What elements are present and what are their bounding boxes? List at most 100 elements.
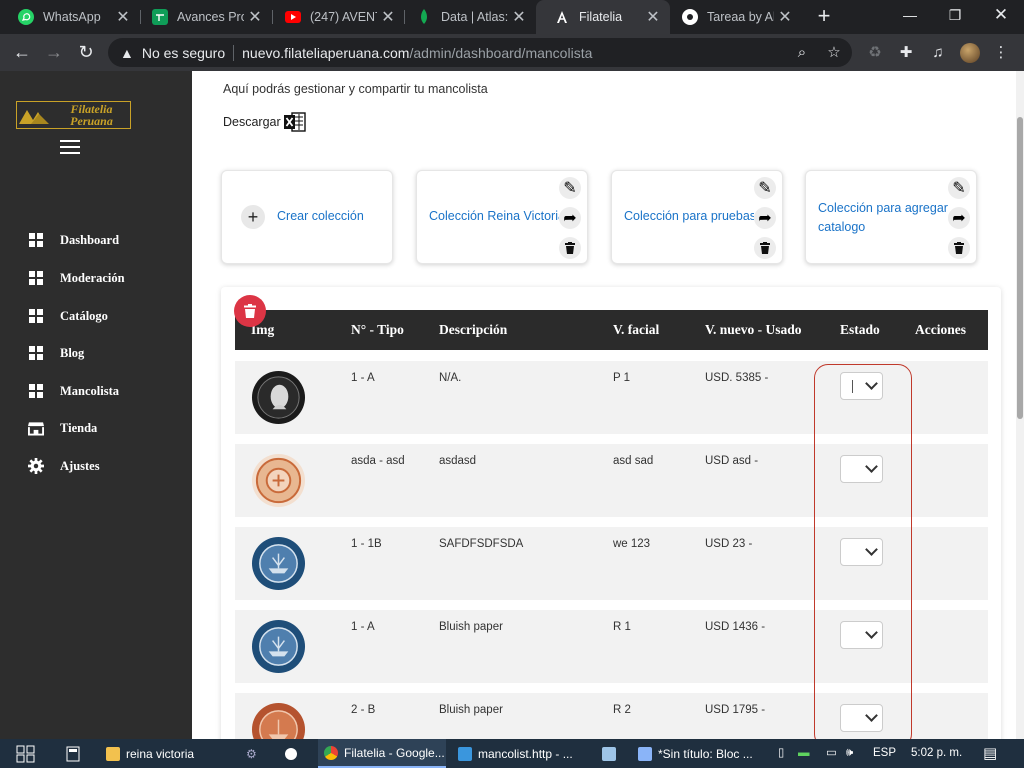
stamp-image [251,453,306,508]
collection-link[interactable]: Colección Reina Victoria [429,207,559,226]
language-indicator[interactable]: ESP [873,739,896,768]
taskbar-app-folder[interactable]: reina victoria [106,739,216,768]
valor-facial-cell: R 2 [613,704,631,716]
tab-youtube[interactable]: (247) AVENT ✕ [267,0,405,34]
os-taskbar: reina victoria ⚙ Filatelia - Google... m… [0,739,1024,768]
share-collection-button[interactable]: ➦ [754,207,776,229]
reload-button[interactable]: ↻ [74,40,98,64]
estado-select[interactable] [840,538,883,566]
sidebar-item-label: Catálogo [60,308,108,323]
close-tab-icon[interactable]: ✕ [508,7,530,27]
filatelia-logo[interactable]: Filatelia Peruana [16,101,131,129]
page-scrollbar[interactable] [1016,71,1024,739]
extensions-puzzle-icon[interactable]: ✚ [895,42,917,64]
stamp-image [251,370,306,425]
back-button[interactable]: ← [10,40,34,64]
estado-select[interactable] [840,372,883,400]
edit-collection-button[interactable]: ✎ [754,177,776,199]
menu-toggle-icon[interactable] [60,140,80,154]
node-app-icon[interactable] [285,739,303,768]
sidebar: Filatelia Peruana Dashboard Moderación C… [0,71,192,739]
mountain-logo-icon [19,110,49,124]
estado-select[interactable] [840,455,883,483]
paint-app-icon[interactable] [602,739,622,768]
close-window-button[interactable]: ✕ [986,4,1016,26]
excel-icon [283,112,306,132]
volume-icon[interactable]: 🕪 [846,739,853,768]
sidebar-item-dashboard[interactable]: Dashboard [28,229,119,251]
sidebar-item-moderacion[interactable]: Moderación [28,267,125,289]
collection-card[interactable]: Colección para agregar catalogo ✎ ➦ [805,170,977,264]
phone-icon[interactable]: ▯ [778,739,784,768]
sidebar-item-ajustes[interactable]: Ajustes [28,455,100,477]
battery-icon[interactable]: ▬ [798,739,810,768]
tool-glyph: ⚙ [246,746,257,761]
close-tab-icon[interactable]: ✕ [774,7,796,27]
vscode-icon [458,746,472,761]
trash-icon [565,242,575,254]
minimize-window-button[interactable]: — [895,4,925,26]
collection-card[interactable]: Colección Reina Victoria ✎ ➦ [416,170,588,264]
browser-menu-icon[interactable]: ⋮ [990,42,1012,64]
pencil-icon: ✎ [563,180,577,197]
taskbar-app-chrome[interactable]: Filatelia - Google... [318,739,446,768]
sidebar-item-catalogo[interactable]: Catálogo [28,305,108,327]
delete-collection-button[interactable] [754,237,776,259]
tab-filatelia[interactable]: Filatelia ✕ [536,0,670,34]
estado-select[interactable] [840,704,883,732]
warning-icon[interactable]: ▲ [120,45,134,61]
edit-collection-button[interactable]: ✎ [559,177,581,199]
close-tab-icon[interactable]: ✕ [642,7,664,27]
delete-list-button[interactable] [234,295,266,327]
forward-button[interactable]: → [42,40,66,64]
network-tool-icon[interactable]: ⚙ [246,739,257,768]
bookmark-star-icon[interactable]: ☆ [824,43,844,63]
sidebar-item-tienda[interactable]: Tienda [28,417,97,439]
edit-collection-button[interactable]: ✎ [948,177,970,199]
task-view-icon[interactable] [16,739,36,768]
tab-atlas[interactable]: Data | Atlas: ✕ [398,0,536,34]
notifications-icon[interactable]: ▤ [983,739,997,768]
valor-cell: USD. 5385 - [705,372,769,384]
new-tab-button[interactable]: + [812,4,836,28]
restore-window-button[interactable]: ❐ [940,4,970,26]
tab-avances[interactable]: Avances Proy ✕ [134,0,272,34]
delete-collection-button[interactable] [559,237,581,259]
estado-select[interactable] [840,621,883,649]
media-control-icon[interactable]: ♫ [927,42,949,64]
column-header: V. facial [613,322,660,337]
clock[interactable]: 5:02 p. m. [911,739,962,768]
profile-avatar[interactable] [960,43,980,63]
sidebar-item-mancolista[interactable]: Mancolista [28,380,119,402]
collection-link[interactable]: Colección para agregar catalogo [818,199,954,237]
scrollbar-thumb[interactable] [1017,117,1023,419]
security-status[interactable]: No es seguro [142,45,225,61]
delete-collection-button[interactable] [948,237,970,259]
collection-link[interactable]: Colección para pruebas [624,207,754,226]
calculator-icon[interactable] [66,739,80,768]
collection-card[interactable]: Colección para pruebas ✎ ➦ [611,170,783,264]
share-collection-button[interactable]: ➦ [559,207,581,229]
network-icon[interactable]: ▭ [826,739,837,768]
close-tab-icon[interactable]: ✕ [377,7,399,27]
tab-title: Filatelia [579,10,623,24]
create-collection-card[interactable]: + Crear colección [221,170,393,264]
close-tab-icon[interactable]: ✕ [244,7,266,27]
github-icon [682,9,698,25]
zoom-search-icon[interactable]: ⌕ [792,43,812,63]
download-button[interactable]: Descargar [223,112,306,132]
share-collection-button[interactable]: ➦ [948,207,970,229]
valor-cell: USD 23 - [705,538,753,550]
column-header: V. nuevo - Usado [705,322,802,337]
address-bar[interactable]: ▲ No es seguro nuevo.filateliaperuana.co… [108,38,852,67]
tab-whatsapp[interactable]: WhatsApp ✕ [0,0,140,34]
taskbar-app-notepad[interactable]: *Sin título: Bloc ... [638,739,762,768]
extension-recycle-icon[interactable]: ♻ [864,42,886,64]
taskbar-app-vscode[interactable]: mancolist.http - ... [458,739,586,768]
close-tab-icon[interactable]: ✕ [112,7,134,27]
tab-github[interactable]: Tareaa by Ale ✕ [664,0,802,34]
table-row: 2 - B Bluish paper R 2 USD 1795 - [235,693,988,739]
chevron-down-icon [865,460,878,473]
url-text[interactable]: nuevo.filateliaperuana.com/admin/dashboa… [242,45,592,61]
sidebar-item-blog[interactable]: Blog [28,342,84,364]
